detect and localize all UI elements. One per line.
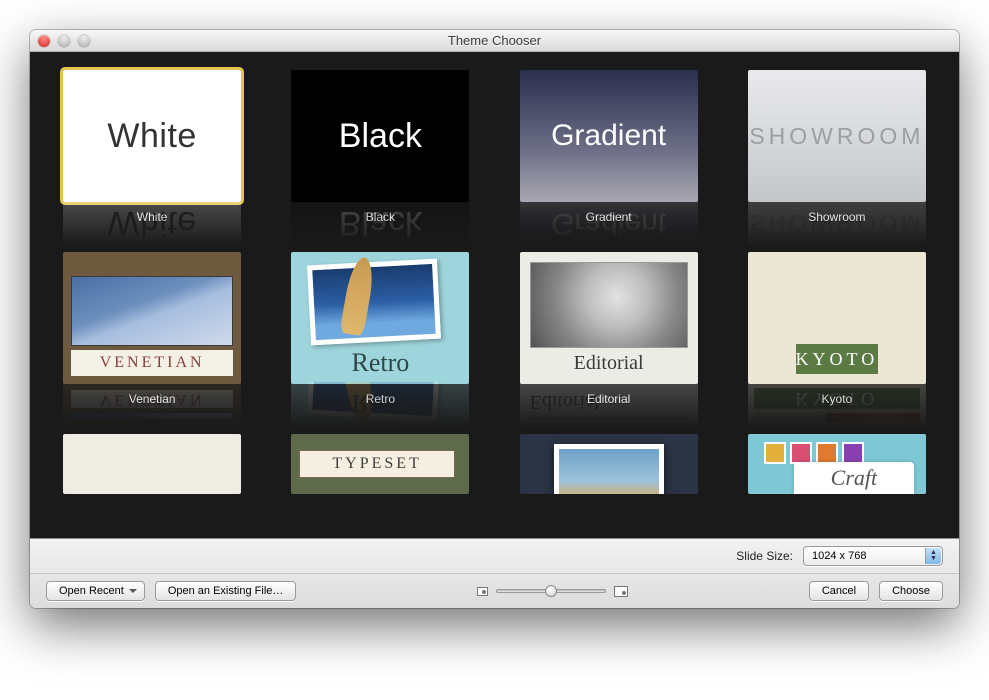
theme-white[interactable]: White White White: [58, 70, 246, 246]
slide-size-select[interactable]: 1024 x 768 ▲▼: [803, 546, 943, 566]
theme-gallery[interactable]: White White White Black Black Black Grad…: [30, 52, 959, 538]
stepper-arrows-icon: ▲▼: [925, 548, 941, 564]
theme-thumb-text: White: [107, 117, 196, 156]
theme-showroom[interactable]: SHOWROOM Showroom SHOWROOM: [743, 70, 931, 246]
slide-size-label: Slide Size:: [736, 549, 793, 563]
slider-knob[interactable]: [545, 585, 557, 597]
theme-thumb-text: KYOTO: [796, 344, 879, 374]
slide-size-value: 1024 x 768: [812, 550, 866, 562]
window-title: Theme Chooser: [30, 33, 959, 48]
theme-gradient[interactable]: Gradient Gradient Gradient: [515, 70, 703, 246]
theme-thumb-text: TYPESET: [299, 450, 455, 478]
footer: Slide Size: 1024 x 768 ▲▼ Open Recent Op…: [30, 538, 959, 608]
theme-partial[interactable]: [515, 434, 703, 494]
theme-retro[interactable]: Retro Retro Retro: [286, 252, 474, 428]
theme-black[interactable]: Black Black Black: [286, 70, 474, 246]
zoom-icon[interactable]: [78, 35, 90, 47]
choose-button[interactable]: Choose: [879, 581, 943, 601]
theme-thumb-text: SHOWROOM: [749, 123, 924, 150]
theme-label: Venetian: [129, 392, 176, 406]
theme-label: White: [137, 210, 168, 224]
theme-label: Gradient: [586, 210, 632, 224]
minimize-icon[interactable]: [58, 35, 70, 47]
theme-label: Kyoto: [822, 392, 853, 406]
theme-thumb-text: Black: [339, 117, 422, 156]
theme-label: Editorial: [587, 392, 630, 406]
theme-label: Showroom: [808, 210, 865, 224]
theme-thumb-text: Editorial: [574, 352, 644, 375]
titlebar: Theme Chooser: [30, 30, 959, 52]
close-icon[interactable]: [38, 35, 50, 47]
window-controls: [38, 35, 90, 47]
thumbnail-size-control: [477, 586, 628, 597]
theme-label: Black: [366, 210, 395, 224]
small-thumb-icon: [477, 587, 488, 596]
large-thumb-icon: [614, 586, 628, 597]
theme-thumb-text: Gradient: [551, 119, 666, 153]
theme-label: Retro: [366, 392, 395, 406]
theme-chooser-window: Theme Chooser White White White Black Bl…: [30, 30, 959, 608]
theme-venetian[interactable]: VENETIAN Venetian VENETIAN: [58, 252, 246, 428]
theme-partial[interactable]: [58, 434, 246, 494]
thumbnail-size-slider[interactable]: [496, 589, 606, 593]
theme-typeset[interactable]: TYPESET: [286, 434, 474, 494]
cancel-button[interactable]: Cancel: [809, 581, 869, 601]
open-recent-button[interactable]: Open Recent: [46, 581, 145, 601]
open-existing-file-button[interactable]: Open an Existing File…: [155, 581, 297, 601]
theme-editorial[interactable]: Editorial Editorial Editorial: [515, 252, 703, 428]
theme-thumb-text: VENETIAN: [71, 350, 233, 376]
theme-thumb-text: Retro: [291, 348, 469, 378]
theme-kyoto[interactable]: KYOTO Kyoto KYOTO: [743, 252, 931, 428]
theme-craft[interactable]: Craft: [743, 434, 931, 494]
theme-thumb-text: Craft: [794, 462, 914, 494]
